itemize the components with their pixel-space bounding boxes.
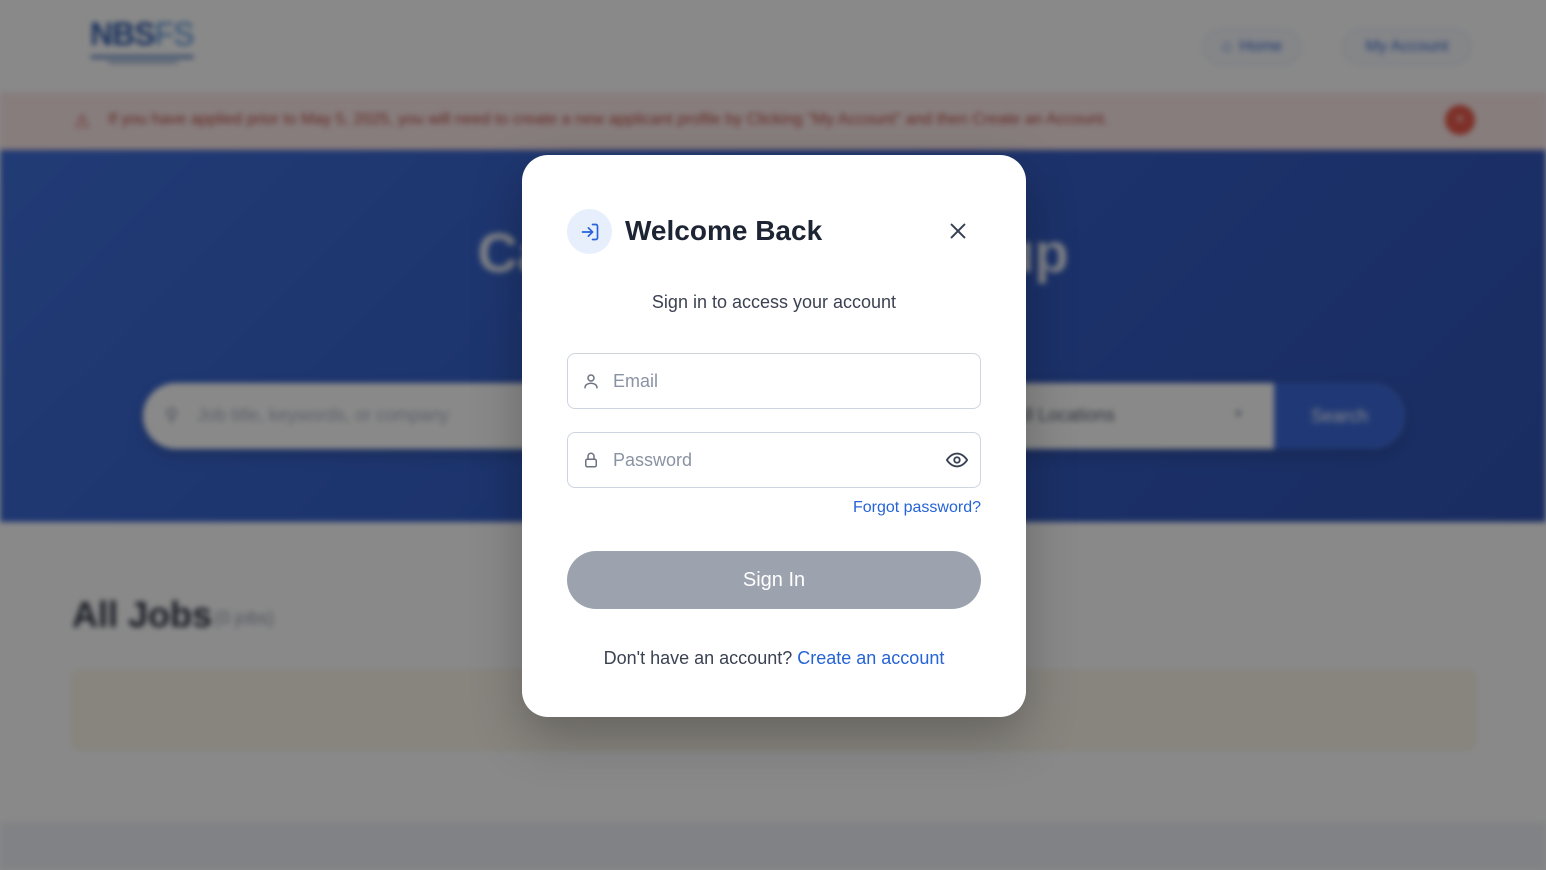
- lock-icon: [585, 452, 597, 468]
- modal-subtitle: Sign in to access your account: [651, 292, 897, 312]
- signin-button[interactable]: Sign In: [567, 551, 981, 609]
- modal-title: Welcome Back: [625, 215, 823, 246]
- user-icon: [584, 374, 598, 389]
- login-icon: [567, 209, 612, 254]
- forgot-password-link[interactable]: Forgot password?: [853, 499, 981, 517]
- password-input[interactable]: [613, 433, 933, 487]
- signin-modal: Welcome Back Sign in to access your acco…: [522, 155, 1026, 717]
- no-account-text: Don't have an account?: [603, 648, 793, 668]
- close-icon[interactable]: [942, 215, 974, 247]
- create-account-link[interactable]: Create an account: [797, 648, 944, 668]
- signup-prompt: Don't have an account? Create an account: [522, 648, 1026, 669]
- eye-icon[interactable]: [946, 449, 968, 471]
- email-input[interactable]: [613, 354, 933, 408]
- email-field[interactable]: [567, 353, 981, 409]
- password-field[interactable]: [567, 432, 981, 488]
